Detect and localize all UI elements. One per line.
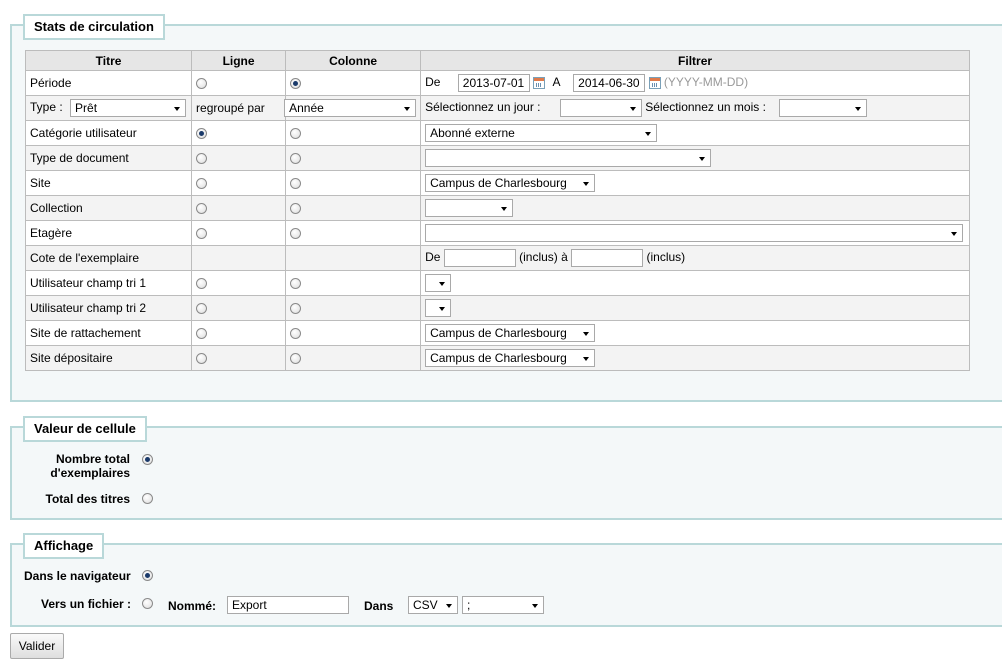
periode-ligne-radio[interactable]: [196, 78, 208, 90]
fichier-label: Vers un fichier :: [41, 597, 132, 611]
periode-to-input[interactable]: 2014-06-30: [573, 74, 646, 92]
rattachement-filter-select[interactable]: Campus de Charlesbourg: [425, 324, 596, 342]
table-row: Site de rattachement Campus de Charlesbo…: [24, 320, 970, 346]
type-document-label: Type de document: [24, 145, 193, 171]
stats-table: Titre Ligne Colonne Filtrer Période De 2…: [24, 50, 970, 371]
cote-from-input[interactable]: [443, 249, 516, 267]
periode-from-input[interactable]: 2013-07-01: [457, 74, 530, 92]
depositaire-label: Site dépositaire: [24, 345, 193, 371]
affichage-fieldset: Affichage Dans le navigateur Vers un fic…: [10, 533, 1002, 627]
month-label: Sélectionnez un mois :: [645, 100, 766, 115]
etagere-colonne-radio[interactable]: [290, 228, 302, 240]
table-row: Période De 2013-07-01 A 2014-06-30 (YYYY…: [24, 70, 970, 96]
type-select[interactable]: Prêt: [70, 99, 187, 117]
table-row: Cote de l'exemplaire De (inclus) à (incl…: [24, 245, 970, 271]
etagere-filter-select[interactable]: [425, 224, 964, 242]
table-row: Type : Prêt regroupé par Année Sélection…: [24, 95, 970, 121]
header-ligne: Ligne: [191, 50, 287, 71]
collection-ligne-radio[interactable]: [196, 203, 208, 215]
periode-a-label: A: [552, 75, 560, 90]
date-format-hint: (YYYY-MM-DD): [663, 75, 749, 90]
cote-inclus-label: (inclus): [646, 250, 686, 265]
tri2-label: Utilisateur champ tri 2: [24, 295, 193, 321]
table-row: Utilisateur champ tri 1: [24, 270, 970, 296]
fichier-radio[interactable]: [142, 598, 153, 609]
table-row: Utilisateur champ tri 2: [24, 295, 970, 321]
categorie-ligne-radio[interactable]: [196, 128, 208, 140]
tri2-ligne-radio[interactable]: [196, 303, 208, 315]
rattachement-colonne-radio[interactable]: [290, 328, 302, 340]
rattachement-ligne-radio[interactable]: [196, 328, 208, 340]
type-document-colonne-radio[interactable]: [290, 153, 302, 165]
table-row: Collection: [24, 195, 970, 221]
cote-inclus-a-label: (inclus) à: [519, 250, 568, 265]
cellule-fieldset: Valeur de cellule Nombre total d'exemplai…: [10, 416, 1002, 520]
site-label: Site: [24, 170, 193, 196]
navigateur-label: Dans le navigateur: [24, 569, 131, 583]
navigateur-radio[interactable]: [142, 570, 153, 581]
cote-to-input[interactable]: [571, 249, 644, 267]
day-label: Sélectionnez un jour :: [425, 100, 541, 115]
nombre-total-label: Nombre total d'exemplaires: [50, 452, 130, 480]
calendar-icon[interactable]: [648, 77, 661, 89]
collection-label: Collection: [24, 195, 193, 221]
type-document-filter-select[interactable]: [425, 149, 712, 167]
cellule-legend: Valeur de cellule: [23, 416, 147, 442]
cote-de-label: De: [425, 250, 441, 265]
categorie-filter-select[interactable]: Abonné externe: [425, 124, 658, 142]
table-row: Type de document: [24, 145, 970, 171]
table-row: Site dépositaire Campus de Charlesbourg: [24, 345, 970, 371]
tri2-filter-select[interactable]: [425, 299, 452, 317]
affichage-legend: Affichage: [23, 533, 105, 559]
depositaire-colonne-radio[interactable]: [290, 353, 302, 365]
stats-legend: Stats de circulation: [23, 14, 165, 40]
submit-button[interactable]: Valider: [10, 633, 64, 659]
table-row: Site Campus de Charlesbourg: [24, 170, 970, 196]
tri2-colonne-radio[interactable]: [290, 303, 302, 315]
tri1-colonne-radio[interactable]: [290, 278, 302, 290]
calendar-icon[interactable]: [533, 77, 546, 89]
table-row: Etagère: [24, 220, 970, 246]
grouped-label: regroupé par: [191, 95, 287, 121]
site-ligne-radio[interactable]: [196, 178, 208, 190]
header-colonne: Colonne: [285, 50, 422, 71]
type-document-ligne-radio[interactable]: [196, 153, 208, 165]
format-select[interactable]: CSV: [408, 596, 458, 614]
header-filtrer: Filtrer: [420, 50, 970, 71]
collection-filter-select[interactable]: [425, 199, 514, 217]
type-label: Type :: [30, 100, 63, 115]
depositaire-ligne-radio[interactable]: [196, 353, 208, 365]
table-row: Catégorie utilisateur Abonné externe: [24, 120, 970, 146]
site-colonne-radio[interactable]: [290, 178, 302, 190]
total-titres-radio[interactable]: [142, 493, 153, 504]
separator-select[interactable]: ;: [462, 596, 544, 614]
tri1-ligne-radio[interactable]: [196, 278, 208, 290]
month-select[interactable]: [779, 99, 868, 117]
rattachement-label: Site de rattachement: [24, 320, 193, 346]
tri1-filter-select[interactable]: [425, 274, 452, 292]
categorie-colonne-radio[interactable]: [290, 128, 302, 140]
etagere-label: Etagère: [24, 220, 193, 246]
site-filter-select[interactable]: Campus de Charlesbourg: [425, 174, 596, 192]
nombre-total-radio[interactable]: [142, 454, 153, 465]
total-titres-label: Total des titres: [45, 492, 130, 506]
grouped-select[interactable]: Année: [284, 99, 417, 117]
categorie-label: Catégorie utilisateur: [24, 120, 193, 146]
periode-label: Période: [24, 70, 193, 96]
stats-fieldset: Stats de circulation Titre Ligne Colonne…: [10, 14, 1002, 402]
collection-colonne-radio[interactable]: [290, 203, 302, 215]
header-titre: Titre: [24, 50, 193, 71]
cote-label: Cote de l'exemplaire: [24, 245, 193, 271]
periode-colonne-radio[interactable]: [290, 78, 302, 90]
dans-label: Dans: [364, 599, 394, 613]
periode-de-label: De: [425, 75, 441, 90]
tri1-label: Utilisateur champ tri 1: [24, 270, 193, 296]
etagere-ligne-radio[interactable]: [196, 228, 208, 240]
depositaire-filter-select[interactable]: Campus de Charlesbourg: [425, 349, 596, 367]
nomme-label: Nommé:: [168, 599, 217, 613]
day-select[interactable]: [559, 99, 642, 117]
filename-input[interactable]: Export: [227, 596, 349, 614]
